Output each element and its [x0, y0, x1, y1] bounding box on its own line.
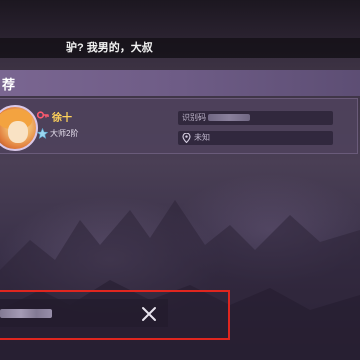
location-field: 未知 — [178, 131, 333, 145]
rank-icon — [37, 128, 48, 139]
id-label: 识别码 — [182, 113, 206, 122]
id-field: 识别码 — [178, 111, 333, 125]
key-icon — [37, 111, 49, 119]
blurred-input-text — [0, 309, 52, 318]
location-text: 未知 — [194, 133, 210, 142]
close-icon[interactable] — [138, 303, 160, 325]
chat-subtitle: 驴? 我男的，大叔 — [0, 38, 360, 58]
chat-input-bar[interactable] — [0, 299, 168, 327]
avatar[interactable] — [0, 105, 38, 151]
avatar-face — [8, 121, 28, 143]
background-rocks — [0, 200, 360, 360]
rank-text: 大师2阶 — [50, 129, 79, 138]
player-card[interactable]: 徐十 大师2阶 识别码 未知 — [0, 98, 358, 154]
location-pin-icon — [182, 133, 191, 143]
top-strip — [0, 0, 360, 38]
panel-header: 荐 — [0, 70, 360, 96]
id-value-blurred — [208, 114, 250, 122]
player-name: 徐十 — [52, 113, 72, 124]
panel-title: 荐 — [2, 77, 16, 92]
